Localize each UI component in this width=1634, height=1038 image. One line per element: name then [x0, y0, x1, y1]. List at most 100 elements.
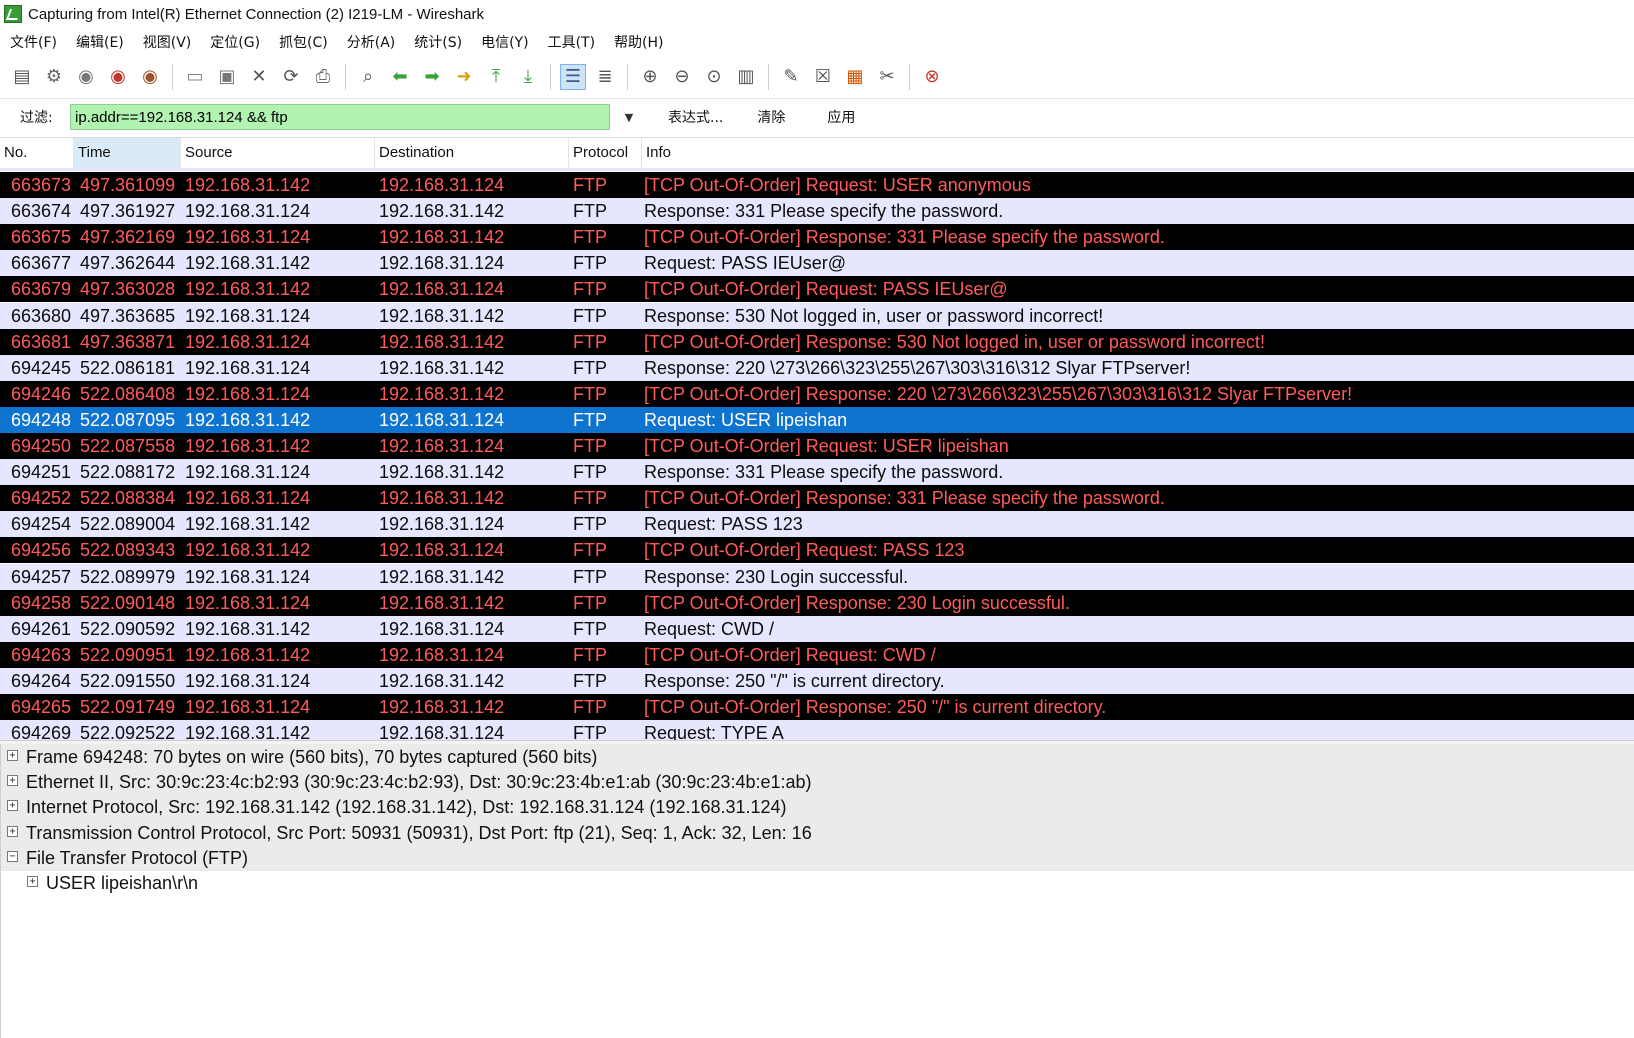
packet-source-cell: 192.168.31.124	[185, 227, 311, 247]
menu-analyze[interactable]: 分析(A)	[337, 32, 405, 52]
column-header-time[interactable]: Time	[74, 138, 181, 168]
normal-size-icon[interactable]: ⊙	[701, 64, 727, 90]
expression-button[interactable]: 表达式...	[660, 107, 731, 127]
packet-row[interactable]: 694263 522.090951 192.168.31.142 192.168.31…	[0, 642, 1634, 668]
column-header-info[interactable]: Info	[642, 138, 1634, 168]
packet-destination-cell: 192.168.31.142	[379, 227, 505, 247]
column-header-protocol[interactable]: Protocol	[569, 138, 642, 168]
packet-info-cell: [TCP Out-Of-Order] Response: 331 Please …	[644, 488, 1165, 508]
menu-go[interactable]: 定位(G)	[200, 32, 269, 52]
menu-statistics[interactable]: 统计(S)	[404, 32, 471, 52]
packet-row[interactable]: 694251 522.088172 192.168.31.124 192.168.31…	[0, 459, 1634, 485]
open-file-icon[interactable]: ▭	[182, 64, 208, 90]
packet-row[interactable]: 694252 522.088384 192.168.31.124 192.168.31…	[0, 485, 1634, 511]
packet-destination-cell: 192.168.31.142	[379, 593, 505, 613]
capture-options-icon[interactable]: ⚙	[41, 64, 67, 90]
detail-tree-item[interactable]: + USER lipeishan\r\n	[1, 870, 1634, 896]
detail-tree-item[interactable]: − File Transfer Protocol (FTP)	[1, 844, 1634, 871]
packet-row[interactable]: 663681 497.363871 192.168.31.124 192.168.31…	[0, 329, 1634, 355]
expand-toggle-icon[interactable]: +	[7, 750, 18, 761]
detail-tree-item[interactable]: + Ethernet II, Src: 30:9c:23:4c:b2:93 (30…	[1, 769, 1634, 796]
expand-toggle-icon[interactable]: +	[7, 800, 18, 812]
packet-row[interactable]: 694264 522.091550 192.168.31.124 192.168.31…	[0, 668, 1634, 694]
menu-view[interactable]: 视图(V)	[133, 32, 201, 52]
menu-help[interactable]: 帮助(H)	[604, 32, 672, 52]
auto-scroll-icon[interactable]: ≣	[592, 64, 618, 90]
packet-row[interactable]: 694261 522.090592 192.168.31.142 192.168.31…	[0, 616, 1634, 642]
packet-row[interactable]: 694254 522.089004 192.168.31.142 192.168.31…	[0, 511, 1634, 537]
packet-row[interactable]: 694250 522.087558 192.168.31.142 192.168.31…	[0, 433, 1634, 459]
resize-columns-icon[interactable]: ▥	[733, 64, 759, 90]
packet-row[interactable]: 694258 522.090148 192.168.31.124 192.168.31…	[0, 590, 1634, 616]
packet-row[interactable]: 663675 497.362169 192.168.31.124 192.168.31…	[0, 224, 1634, 250]
packet-row-selected[interactable]: 694248 522.087095 192.168.31.142 192.168.31…	[0, 407, 1634, 433]
apply-button[interactable]: 应用	[819, 107, 863, 127]
coloring-rules-icon[interactable]: ▦	[842, 64, 868, 90]
reload-icon[interactable]: ⟳	[278, 64, 304, 90]
print-icon[interactable]: ⎙	[310, 64, 336, 90]
packet-time-cell: 522.089004	[80, 514, 176, 534]
packet-row[interactable]: 663680 497.363685 192.168.31.124 192.168.31…	[0, 303, 1634, 329]
first-packet-icon[interactable]: ⤒	[483, 64, 509, 90]
packet-row[interactable]: 694245 522.086181 192.168.31.124 192.168.31…	[0, 355, 1634, 381]
packet-row[interactable]: 694257 522.089979 192.168.31.124 192.168.31…	[0, 564, 1634, 590]
packet-row[interactable]: 663673 497.361099 192.168.31.142 192.168.31…	[0, 172, 1634, 198]
colorize-icon[interactable]: ☰	[560, 64, 586, 90]
packet-row[interactable]: 694256 522.089343 192.168.31.142 192.168.31…	[0, 537, 1634, 563]
packet-row[interactable]: 663679 497.363028 192.168.31.142 192.168.31…	[0, 276, 1634, 302]
preferences-icon[interactable]: ✂	[874, 64, 900, 90]
packet-row[interactable]: 694269 522.092522 192.168.31.142 192.168.31…	[0, 720, 1634, 740]
packet-list[interactable]: 663673 497.361099 192.168.31.142 192.168.31…	[0, 168, 1634, 740]
menu-edit[interactable]: 编辑(E)	[66, 32, 133, 52]
detail-tree-item[interactable]: + Frame 694248: 70 bytes on wire (560 bit…	[1, 744, 1634, 770]
packet-destination-cell: 192.168.31.124	[379, 540, 505, 560]
go-forward-icon[interactable]: ➡	[419, 64, 445, 90]
save-file-icon[interactable]: ▣	[214, 64, 240, 90]
restart-capture-icon[interactable]: ◉	[137, 64, 163, 90]
packet-time-cell: 497.362169	[80, 227, 176, 247]
display-filter-input[interactable]	[70, 104, 610, 130]
menu-capture[interactable]: 抓包(C)	[269, 32, 337, 52]
packet-protocol-cell: FTP	[573, 462, 607, 482]
packet-details-tree[interactable]: + Frame 694248: 70 bytes on wire (560 bit…	[0, 744, 1634, 1038]
column-header-no[interactable]: No.	[0, 138, 74, 168]
column-header-destination[interactable]: Destination	[375, 138, 569, 168]
help-icon[interactable]: ⊗	[919, 64, 945, 90]
toolbar-divider	[550, 64, 551, 90]
packet-source-cell: 192.168.31.124	[185, 332, 311, 352]
detail-tree-item[interactable]: + Transmission Control Protocol, Src Port…	[1, 819, 1634, 846]
packet-no-cell: 694250	[11, 436, 72, 456]
packet-row[interactable]: 663677 497.362644 192.168.31.142 192.168.31…	[0, 250, 1634, 276]
go-back-icon[interactable]: ⬅	[387, 64, 413, 90]
stop-capture-icon[interactable]: ◉	[105, 64, 131, 90]
expand-toggle-icon[interactable]: +	[7, 775, 18, 787]
expand-toggle-icon[interactable]: +	[7, 825, 18, 837]
packet-protocol-cell: FTP	[573, 488, 607, 508]
interface-list-icon[interactable]: ▤	[9, 64, 35, 90]
find-packet-icon[interactable]: ⌕	[355, 64, 381, 90]
menu-telephony[interactable]: 电信(Y)	[471, 32, 537, 52]
packet-row[interactable]: 663674 497.361927 192.168.31.124 192.168.31…	[0, 198, 1634, 224]
title-bar: Capturing from Intel(R) Ethernet Connect…	[0, 0, 1634, 28]
display-filters-icon[interactable]: ☒	[810, 64, 836, 90]
filter-dropdown-icon[interactable]: ▼	[616, 111, 642, 124]
packet-time-cell: 522.088384	[80, 488, 176, 508]
last-packet-icon[interactable]: ⤓	[515, 64, 541, 90]
packet-row[interactable]: 694265 522.091749 192.168.31.124 192.168.31…	[0, 694, 1634, 720]
detail-tree-item[interactable]: + Internet Protocol, Src: 192.168.31.142 …	[1, 794, 1634, 821]
clear-button[interactable]: 清除	[749, 107, 793, 127]
zoom-out-icon[interactable]: ⊖	[669, 64, 695, 90]
menu-file[interactable]: 文件(F)	[0, 32, 66, 52]
start-capture-icon[interactable]: ◉	[73, 64, 99, 90]
menu-tools[interactable]: 工具(T)	[538, 32, 604, 52]
capture-filters-icon[interactable]: ✎	[778, 64, 804, 90]
expand-toggle-icon[interactable]: +	[27, 876, 38, 887]
go-to-packet-icon[interactable]: ➜	[451, 64, 477, 90]
packet-time-cell: 522.091749	[80, 697, 176, 717]
zoom-in-icon[interactable]: ⊕	[637, 64, 663, 90]
packet-protocol-cell: FTP	[573, 567, 607, 587]
column-header-source[interactable]: Source	[181, 138, 375, 168]
close-file-icon[interactable]: ✕	[246, 64, 272, 90]
collapse-toggle-icon[interactable]: −	[7, 850, 18, 862]
packet-row[interactable]: 694246 522.086408 192.168.31.124 192.168.31…	[0, 381, 1634, 407]
